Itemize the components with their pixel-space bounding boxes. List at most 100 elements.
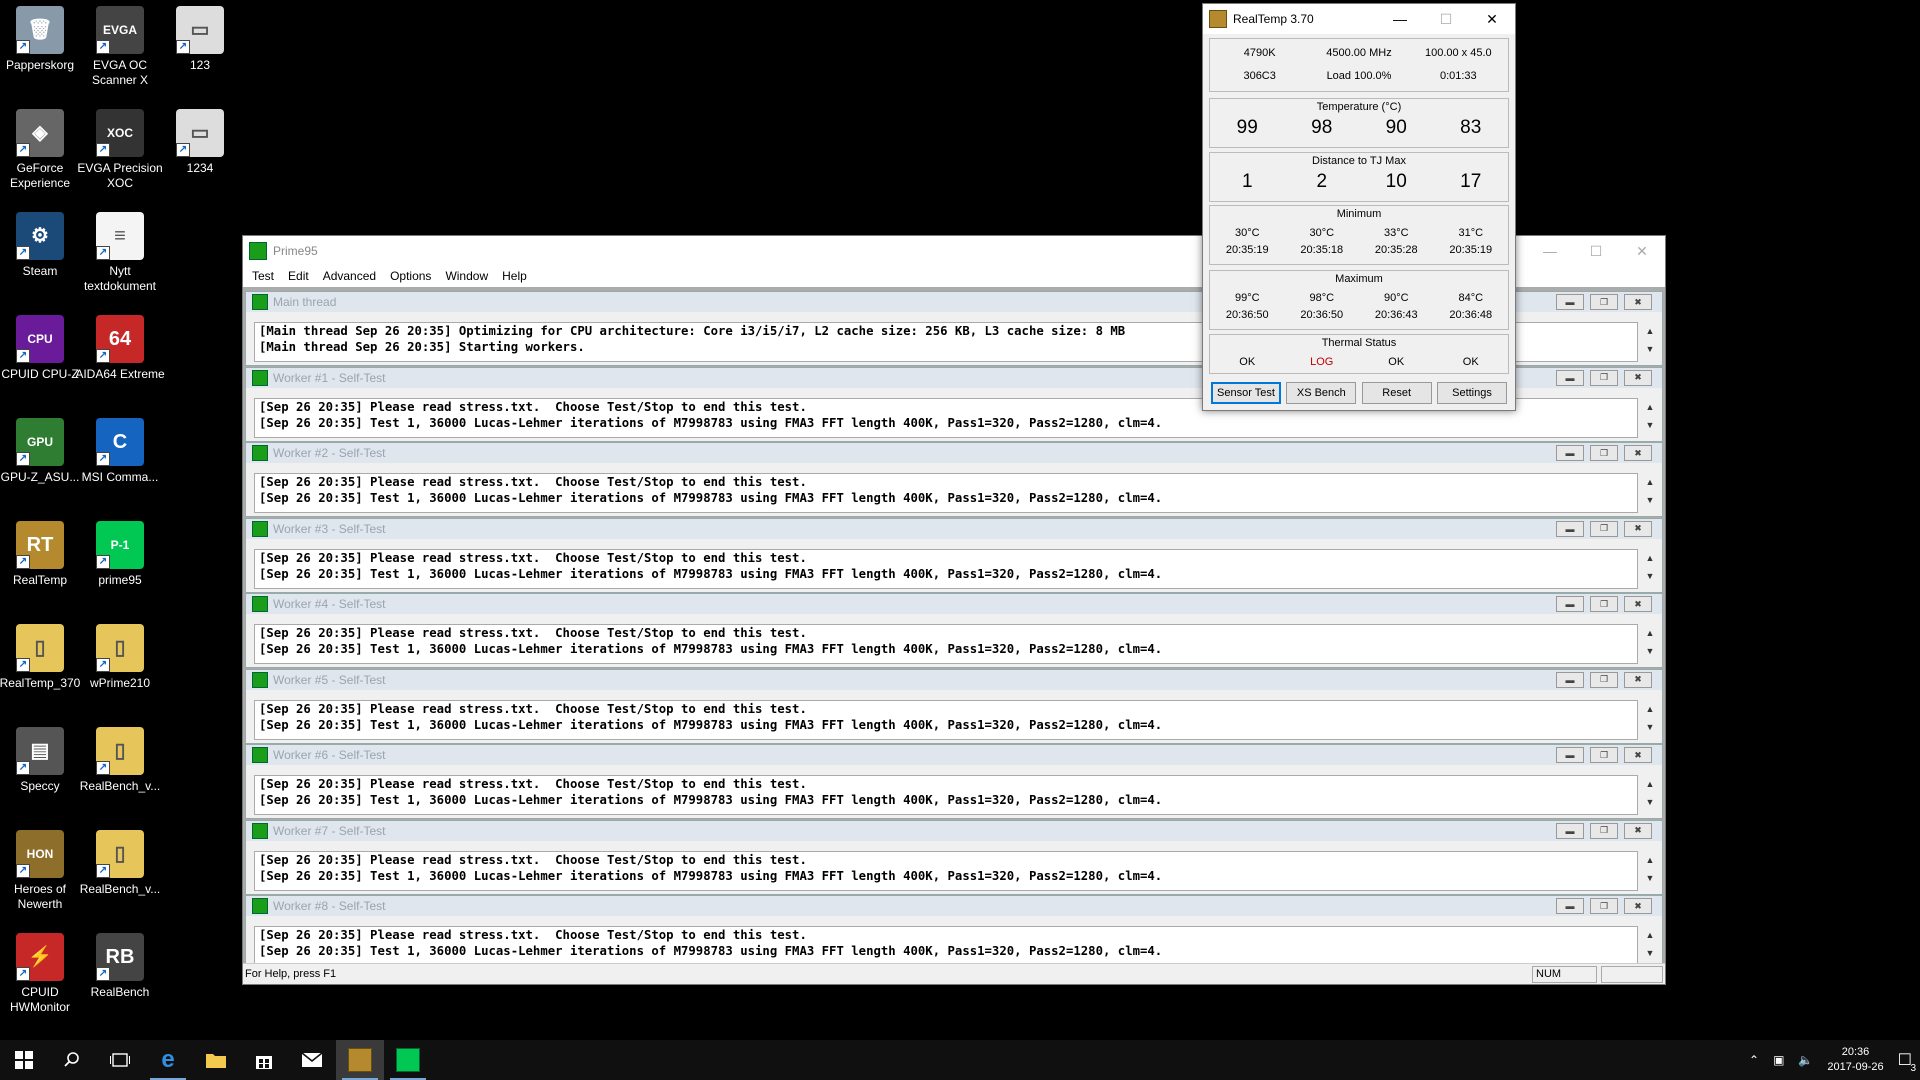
menu-item-window[interactable]: Window — [438, 269, 495, 283]
scroll-up-arrow-icon[interactable]: ▲ — [1642, 322, 1658, 340]
worker-window[interactable]: Worker #2 - Self-Test ▬ ❐ ✖ [Sep 26 20:35] P… — [245, 442, 1663, 517]
child-close-button[interactable]: ✖ — [1624, 747, 1652, 763]
taskbar-prime95[interactable] — [384, 1040, 432, 1080]
desktop-icon-realbench-v[interactable]: ▯ ↗ RealBench_v... — [74, 727, 166, 794]
desktop-icon-wprime210[interactable]: ▯ ↗ wPrime210 — [74, 624, 166, 691]
desktop-icon-realbench[interactable]: RB ↗ RealBench — [74, 933, 166, 1000]
show-hidden-icons-chevron-up-icon[interactable]: ⌃ — [1749, 1053, 1759, 1067]
scroll-down-arrow-icon[interactable]: ▼ — [1642, 944, 1658, 962]
menu-item-help[interactable]: Help — [495, 269, 534, 283]
desktop-icon-evga-precision-xoc[interactable]: XOC ↗ EVGA Precision XOC — [74, 109, 166, 191]
child-restore-button[interactable]: ❐ — [1590, 520, 1618, 537]
settings-button[interactable]: Settings — [1436, 382, 1507, 404]
child-titlebar[interactable]: Worker #6 - Self-Test ▬ ❐ ✖ — [246, 745, 1662, 765]
close-button[interactable]: ✕ — [1619, 236, 1665, 266]
thread-output[interactable]: [Sep 26 20:35] Please read stress.txt. C… — [254, 775, 1638, 815]
realtemp-close-button[interactable]: ✕ — [1469, 4, 1515, 34]
scroll-down-arrow-icon[interactable]: ▼ — [1642, 718, 1658, 736]
child-close-button[interactable]: ✖ — [1624, 445, 1652, 461]
desktop-icon-aida64-extreme[interactable]: 64 ↗ AIDA64 Extreme — [74, 315, 166, 382]
worker-window[interactable]: Worker #3 - Self-Test ▬ ❐ ✖ [Sep 26 20:35] P… — [245, 517, 1663, 593]
thread-output[interactable]: [Sep 26 20:35] Please read stress.txt. C… — [254, 624, 1638, 664]
desktop-icon-msi-comma[interactable]: C ↗ MSI Comma... — [74, 418, 166, 485]
child-close-button[interactable]: ✖ — [1624, 294, 1652, 310]
minimize-button[interactable]: — — [1527, 236, 1573, 266]
scroll-down-arrow-icon[interactable]: ▼ — [1642, 416, 1658, 434]
child-restore-button[interactable]: ❐ — [1590, 596, 1618, 612]
vertical-scrollbar[interactable]: ▲ ▼ — [1642, 624, 1658, 664]
thread-output[interactable]: [Sep 26 20:35] Please read stress.txt. C… — [254, 699, 1638, 740]
scroll-down-arrow-icon[interactable]: ▼ — [1642, 793, 1658, 811]
child-restore-button[interactable]: ❐ — [1590, 369, 1618, 386]
vertical-scrollbar[interactable]: ▲ ▼ — [1642, 926, 1658, 964]
child-close-button[interactable]: ✖ — [1624, 520, 1652, 537]
vertical-scrollbar[interactable]: ▲ ▼ — [1642, 851, 1658, 891]
thread-output[interactable]: [Sep 26 20:35] Please read stress.txt. C… — [254, 926, 1638, 964]
desktop-icon-nytt-textdokument[interactable]: ≡ ↗ Nytt textdokument — [74, 212, 166, 294]
scroll-down-arrow-icon[interactable]: ▼ — [1642, 491, 1658, 509]
scroll-down-arrow-icon[interactable]: ▼ — [1642, 567, 1658, 585]
child-titlebar[interactable]: Worker #2 - Self-Test ▬ ❐ ✖ — [246, 443, 1662, 463]
child-restore-button[interactable]: ❐ — [1590, 671, 1618, 688]
sensor-test-button[interactable]: Sensor Test — [1211, 382, 1281, 404]
scroll-up-arrow-icon[interactable]: ▲ — [1642, 473, 1658, 491]
desktop-icon-realbench-v[interactable]: ▯ ↗ RealBench_v... — [74, 830, 166, 897]
child-titlebar[interactable]: Worker #3 - Self-Test ▬ ❐ ✖ — [246, 518, 1662, 539]
child-minimize-button[interactable]: ▬ — [1556, 822, 1584, 839]
desktop-icon-prime95[interactable]: P-1 ↗ prime95 — [74, 521, 166, 588]
scroll-up-arrow-icon[interactable]: ▲ — [1642, 624, 1658, 642]
child-titlebar[interactable]: Worker #4 - Self-Test ▬ ❐ ✖ — [246, 594, 1662, 614]
child-close-button[interactable]: ✖ — [1624, 369, 1652, 386]
scroll-down-arrow-icon[interactable]: ▼ — [1642, 869, 1658, 887]
child-close-button[interactable]: ✖ — [1624, 898, 1652, 914]
realtemp-titlebar[interactable]: RealTemp 3.70 — ☐ ✕ — [1203, 4, 1515, 34]
scroll-up-arrow-icon[interactable]: ▲ — [1642, 398, 1658, 416]
realtemp-minimize-button[interactable]: — — [1377, 4, 1423, 34]
child-minimize-button[interactable]: ▬ — [1556, 520, 1584, 537]
child-close-button[interactable]: ✖ — [1624, 671, 1652, 688]
scroll-up-arrow-icon[interactable]: ▲ — [1642, 700, 1658, 718]
search-button[interactable] — [48, 1040, 96, 1080]
child-restore-button[interactable]: ❐ — [1590, 294, 1618, 310]
child-close-button[interactable]: ✖ — [1624, 822, 1652, 839]
thread-output[interactable]: [Sep 26 20:35] Please read stress.txt. C… — [254, 473, 1638, 513]
child-restore-button[interactable]: ❐ — [1590, 747, 1618, 763]
child-titlebar[interactable]: Worker #7 - Self-Test ▬ ❐ ✖ — [246, 820, 1662, 841]
taskbar-mail[interactable] — [288, 1040, 336, 1080]
child-minimize-button[interactable]: ▬ — [1556, 747, 1584, 763]
child-restore-button[interactable]: ❐ — [1590, 445, 1618, 461]
child-restore-button[interactable]: ❐ — [1590, 822, 1618, 839]
taskbar-file-explorer[interactable] — [192, 1040, 240, 1080]
worker-window[interactable]: Worker #5 - Self-Test ▬ ❐ ✖ [Sep 26 20:35] P… — [245, 668, 1663, 744]
worker-window[interactable]: Worker #4 - Self-Test ▬ ❐ ✖ [Sep 26 20:35] P… — [245, 593, 1663, 668]
desktop-icon-1234[interactable]: ▭ ↗ 1234 — [154, 109, 246, 176]
vertical-scrollbar[interactable]: ▲ ▼ — [1642, 549, 1658, 589]
vertical-scrollbar[interactable]: ▲ ▼ — [1642, 473, 1658, 513]
task-view-button[interactable] — [96, 1040, 144, 1080]
realtemp-maximize-button[interactable]: ☐ — [1423, 4, 1469, 34]
reset-button[interactable]: Reset — [1361, 382, 1432, 404]
child-close-button[interactable]: ✖ — [1624, 596, 1652, 612]
child-minimize-button[interactable]: ▬ — [1556, 596, 1584, 612]
menu-item-edit[interactable]: Edit — [281, 269, 316, 283]
worker-window[interactable]: Worker #8 - Self-Test ▬ ❐ ✖ [Sep 26 20:35] P… — [245, 895, 1663, 964]
vertical-scrollbar[interactable]: ▲ ▼ — [1642, 700, 1658, 740]
taskbar-store[interactable] — [240, 1040, 288, 1080]
clock[interactable]: 20:36 2017-09-26 — [1827, 1045, 1883, 1075]
realtemp-window[interactable]: RealTemp 3.70 — ☐ ✕ 4790K 4500.00 MHz 100.… — [1202, 3, 1516, 411]
thread-output[interactable]: [Sep 26 20:35] Please read stress.txt. C… — [254, 548, 1638, 589]
vertical-scrollbar[interactable]: ▲ ▼ — [1642, 322, 1658, 362]
taskbar-edge[interactable]: e — [144, 1040, 192, 1080]
action-center-icon[interactable]: ☐ 3 — [1898, 1050, 1916, 1074]
child-minimize-button[interactable]: ▬ — [1556, 445, 1584, 461]
scroll-down-arrow-icon[interactable]: ▼ — [1642, 642, 1658, 660]
scroll-down-arrow-icon[interactable]: ▼ — [1642, 340, 1658, 358]
child-minimize-button[interactable]: ▬ — [1556, 671, 1584, 688]
child-restore-button[interactable]: ❐ — [1590, 898, 1618, 914]
start-button[interactable] — [0, 1040, 48, 1080]
child-minimize-button[interactable]: ▬ — [1556, 369, 1584, 386]
thread-output[interactable]: [Sep 26 20:35] Please read stress.txt. C… — [254, 850, 1638, 891]
child-titlebar[interactable]: Worker #8 - Self-Test ▬ ❐ ✖ — [246, 896, 1662, 916]
maximize-button[interactable]: ☐ — [1573, 236, 1619, 266]
desktop-icon-123[interactable]: ▭ ↗ 123 — [154, 6, 246, 73]
